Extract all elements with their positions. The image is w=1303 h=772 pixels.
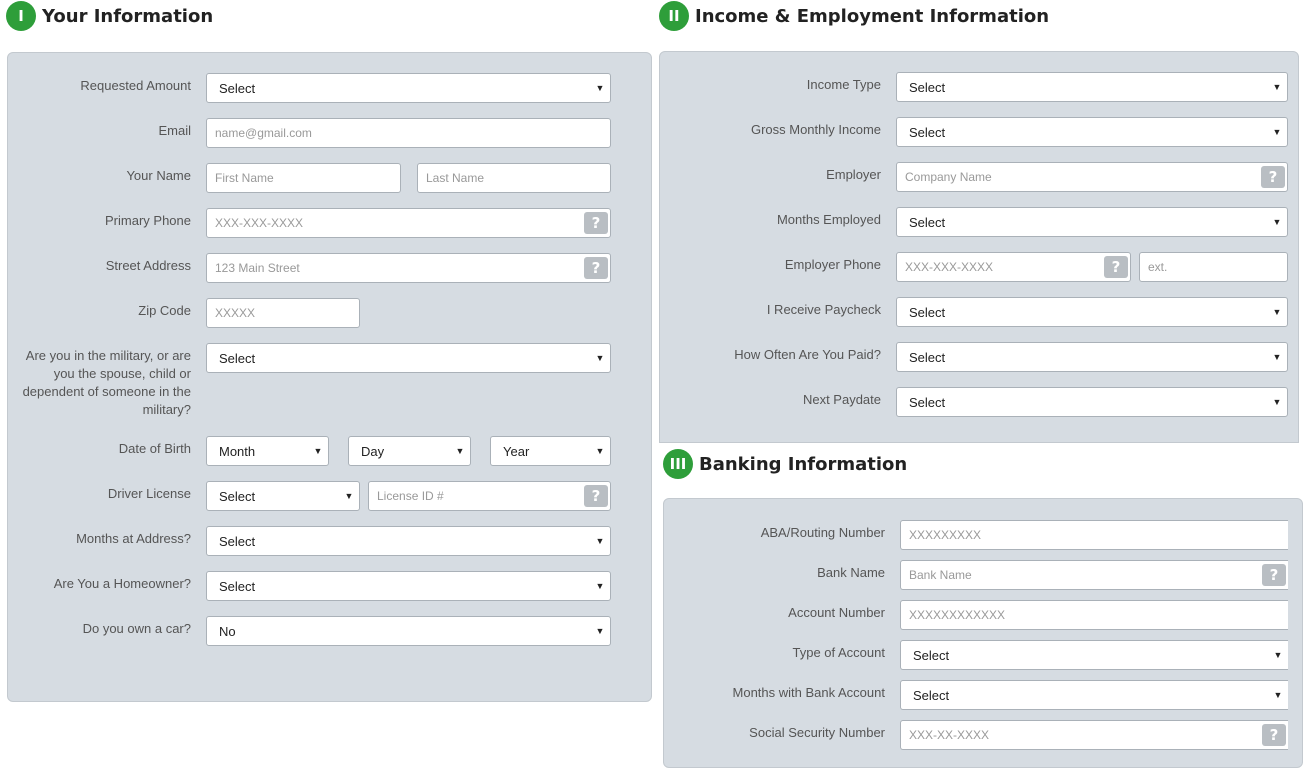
chevron-down-icon: ▼: [344, 491, 354, 501]
chevron-down-icon: ▼: [1273, 690, 1283, 700]
military-label: Are you in the military, or are you the …: [22, 348, 191, 417]
employer-phone-field[interactable]: XXX-XXX-XXXX ?: [896, 252, 1131, 282]
help-icon[interactable]: ?: [1261, 166, 1285, 188]
account-type-label: Type of Account: [792, 645, 885, 660]
license-id-field[interactable]: License ID # ?: [368, 481, 611, 511]
chevron-down-icon: ▼: [1272, 82, 1282, 92]
help-icon[interactable]: ?: [584, 212, 608, 234]
paycheck-select[interactable]: Select ▼: [896, 297, 1288, 327]
months-bank-label: Months with Bank Account: [732, 685, 885, 700]
income-type-select[interactable]: Select ▼: [896, 72, 1288, 102]
chevron-down-icon: ▼: [1272, 397, 1282, 407]
driver-license-label: Driver License: [107, 486, 191, 501]
license-state-select[interactable]: Select ▼: [206, 481, 360, 511]
chevron-down-icon: ▼: [1272, 217, 1282, 227]
employer-phone-label: Employer Phone: [784, 257, 881, 272]
section-badge: I: [6, 1, 36, 31]
last-name-field[interactable]: Last Name: [417, 163, 611, 193]
section-badge: II: [659, 1, 689, 31]
months-at-address-label: Months at Address?: [76, 531, 191, 546]
months-at-address-select[interactable]: Select ▼: [206, 526, 611, 556]
employer-field[interactable]: Company Name ?: [896, 162, 1288, 192]
income-type-label: Income Type: [806, 77, 881, 92]
first-name-field[interactable]: First Name: [206, 163, 401, 193]
dob-day-select[interactable]: Day ▼: [348, 436, 471, 466]
pay-frequency-select[interactable]: Select ▼: [896, 342, 1288, 372]
months-employed-select[interactable]: Select ▼: [896, 207, 1288, 237]
help-icon[interactable]: ?: [1262, 724, 1286, 746]
section-title: Income & Employment Information: [695, 5, 1050, 27]
chevron-down-icon: ▼: [1272, 307, 1282, 317]
primary-phone-field[interactable]: XXX-XXX-XXXX ?: [206, 208, 611, 238]
account-number-field[interactable]: XXXXXXXXXXXX: [900, 600, 1288, 630]
employer-label: Employer: [826, 167, 881, 182]
help-icon[interactable]: ?: [584, 485, 608, 507]
income-panel: [659, 51, 1299, 443]
name-label: Your Name: [126, 168, 191, 183]
account-type-select[interactable]: Select ▼: [900, 640, 1288, 670]
pay-frequency-label: How Often Are You Paid?: [734, 347, 881, 362]
help-icon[interactable]: ?: [584, 257, 608, 279]
help-icon[interactable]: ?: [1262, 564, 1286, 586]
zip-code-field[interactable]: XXXXX: [206, 298, 360, 328]
primary-phone-label: Primary Phone: [105, 213, 191, 228]
chevron-down-icon: ▼: [595, 446, 605, 456]
section-title: Banking Information: [699, 453, 908, 475]
banking-header: III Banking Information: [663, 449, 907, 479]
dob-year-select[interactable]: Year ▼: [490, 436, 611, 466]
street-address-field[interactable]: 123 Main Street ?: [206, 253, 611, 283]
chevron-down-icon: ▼: [1272, 352, 1282, 362]
street-address-label: Street Address: [105, 258, 191, 273]
dob-month-select[interactable]: Month ▼: [206, 436, 329, 466]
chevron-down-icon: ▼: [1272, 127, 1282, 137]
requested-amount-label: Requested Amount: [80, 78, 191, 93]
homeowner-label: Are You a Homeowner?: [53, 576, 191, 591]
chevron-down-icon: ▼: [595, 626, 605, 636]
months-employed-label: Months Employed: [776, 212, 881, 227]
routing-number-field[interactable]: XXXXXXXXX: [900, 520, 1288, 550]
chevron-down-icon: ▼: [1273, 650, 1283, 660]
routing-number-label: ABA/Routing Number: [760, 525, 885, 540]
own-car-select[interactable]: No ▼: [206, 616, 611, 646]
gross-income-label: Gross Monthly Income: [750, 122, 881, 137]
account-number-label: Account Number: [788, 605, 885, 620]
your-info-header: I Your Information: [6, 1, 213, 31]
email-field[interactable]: name@gmail.com: [206, 118, 611, 148]
income-header: II Income & Employment Information: [659, 1, 1049, 31]
section-title: Your Information: [42, 5, 214, 27]
paycheck-label: I Receive Paycheck: [766, 302, 881, 317]
next-paydate-select[interactable]: Select ▼: [896, 387, 1288, 417]
gross-income-select[interactable]: Select ▼: [896, 117, 1288, 147]
ssn-field[interactable]: XXX-XX-XXXX ?: [900, 720, 1288, 750]
chevron-down-icon: ▼: [595, 536, 605, 546]
ssn-label: Social Security Number: [749, 725, 885, 740]
chevron-down-icon: ▼: [595, 83, 605, 93]
chevron-down-icon: ▼: [595, 581, 605, 591]
bank-name-field[interactable]: Bank Name ?: [900, 560, 1288, 590]
dob-label: Date of Birth: [118, 441, 191, 456]
bank-name-label: Bank Name: [817, 565, 885, 580]
email-label: Email: [158, 123, 191, 138]
chevron-down-icon: ▼: [313, 446, 323, 456]
employer-phone-ext-field[interactable]: ext.: [1139, 252, 1288, 282]
military-select[interactable]: Select ▼: [206, 343, 611, 373]
help-icon[interactable]: ?: [1104, 256, 1128, 278]
next-paydate-label: Next Paydate: [802, 392, 881, 407]
chevron-down-icon: ▼: [595, 353, 605, 363]
zip-code-label: Zip Code: [138, 303, 191, 318]
requested-amount-select[interactable]: Select ▼: [206, 73, 611, 103]
own-car-label: Do you own a car?: [82, 621, 191, 636]
section-badge: III: [663, 449, 693, 479]
chevron-down-icon: ▼: [455, 446, 465, 456]
months-bank-select[interactable]: Select ▼: [900, 680, 1288, 710]
homeowner-select[interactable]: Select ▼: [206, 571, 611, 601]
